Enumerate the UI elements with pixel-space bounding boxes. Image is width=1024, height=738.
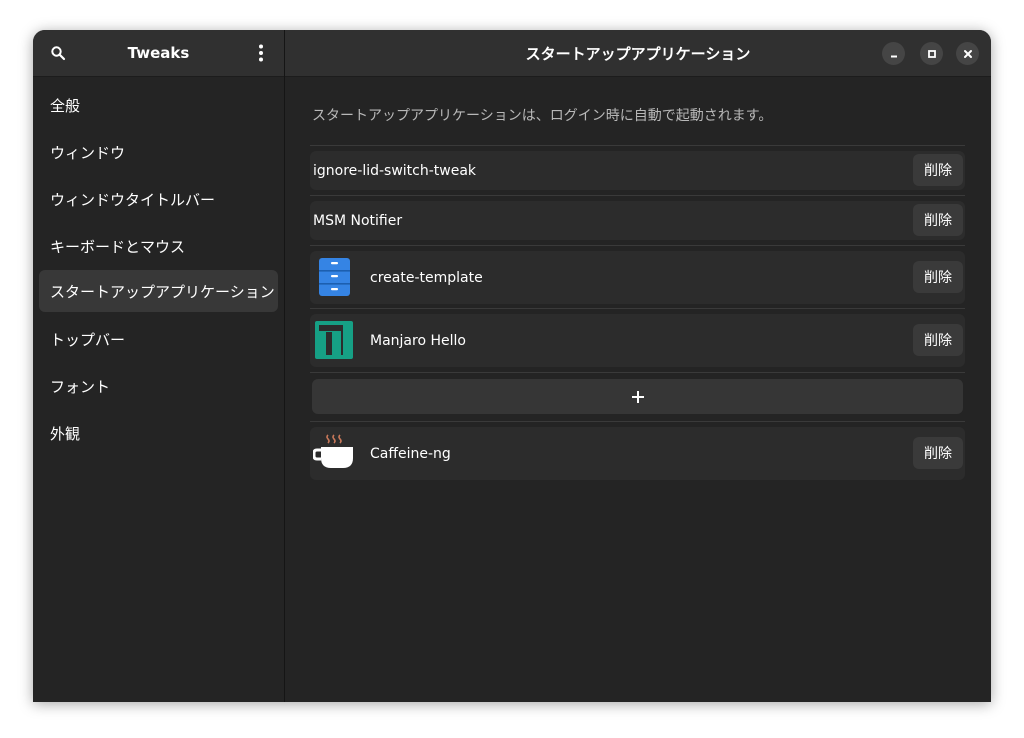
app-name: MSM Notifier [313,212,403,229]
row-separator [310,308,965,309]
search-icon [51,46,66,61]
minimize-button[interactable] [882,42,905,65]
main-menu-button[interactable] [246,38,276,68]
remove-button[interactable]: 削除 [913,204,963,236]
startup-app-row: Caffeine-ng 削除 [310,427,965,480]
sidebar-item-fonts[interactable]: フォント [39,365,278,407]
remove-button[interactable]: 削除 [913,154,963,186]
coffee-cup-icon [312,432,355,474]
sidebar-item-label: 外観 [50,424,81,443]
row-separator [310,245,965,246]
search-button[interactable] [43,38,73,68]
file-cabinet-icon [313,256,355,298]
sidebar-item-label: ウィンドウ [50,143,126,162]
add-startup-app-button[interactable] [312,379,963,414]
tweaks-window: Tweaks スタートアップアプリケーション 全般 ウィンドウ ウィンドウタイト… [33,30,991,702]
row-separator [310,145,965,146]
manjaro-logo-icon [313,319,355,361]
close-button[interactable] [956,42,979,65]
maximize-icon [927,49,936,58]
startup-app-row: Manjaro Hello 削除 [310,314,965,367]
sidebar-item-window-titlebars[interactable]: ウィンドウタイトルバー [39,178,278,220]
plus-icon [631,390,644,403]
app-name: ignore-lid-switch-tweak [313,162,477,179]
remove-button[interactable]: 削除 [913,261,963,293]
sidebar-item-windows[interactable]: ウィンドウ [39,131,278,173]
startup-app-row: create-template 削除 [310,251,965,304]
sidebar-item-label: フォント [50,377,111,396]
startup-app-row: ignore-lid-switch-tweak 削除 [310,151,965,190]
sidebar-headerbar: Tweaks [33,30,284,77]
sidebar: 全般 ウィンドウ ウィンドウタイトルバー キーボードとマウス スタートアップアプ… [33,77,284,702]
app-title: Tweaks [127,44,190,62]
sidebar-item-startup-applications[interactable]: スタートアップアプリケーション [39,270,278,312]
close-icon [963,49,972,58]
sidebar-item-top-bar[interactable]: トップバー [39,318,278,360]
sidebar-item-general[interactable]: 全般 [39,84,278,126]
sidebar-item-appearance[interactable]: 外観 [39,412,278,454]
row-separator [310,421,965,422]
row-separator [310,372,965,373]
panel-description: スタートアップアプリケーションは、ログイン時に自動で起動されます。 [312,108,773,124]
app-name: Manjaro Hello [370,332,466,349]
sidebar-item-label: 全般 [50,96,81,115]
main-headerbar: スタートアップアプリケーション [285,30,991,77]
remove-button[interactable]: 削除 [913,437,963,469]
row-separator [310,195,965,196]
startup-app-row: MSM Notifier 削除 [310,201,965,240]
sidebar-item-label: ウィンドウタイトルバー [50,190,216,209]
minimize-icon [890,55,897,57]
remove-button[interactable]: 削除 [913,324,963,356]
sidebar-item-label: トップバー [50,330,126,349]
startup-applications-panel: スタートアップアプリケーションは、ログイン時に自動で起動されます。 ignore… [285,77,991,702]
app-name: create-template [370,269,483,286]
sidebar-item-label: スタートアップアプリケーション [50,282,275,301]
app-name: Caffeine-ng [370,445,451,462]
kebab-menu-icon [259,44,263,62]
sidebar-item-label: キーボードとマウス [50,237,186,256]
maximize-button[interactable] [920,42,943,65]
sidebar-item-keyboard-mouse[interactable]: キーボードとマウス [39,225,278,267]
